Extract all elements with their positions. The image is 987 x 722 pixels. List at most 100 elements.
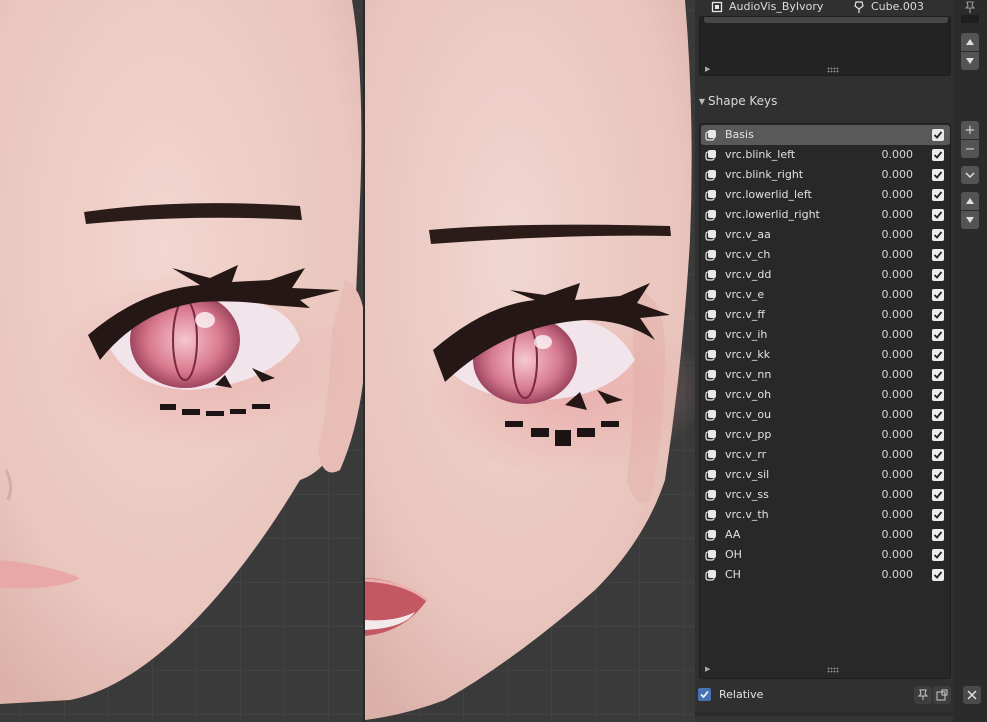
shape-key-row[interactable]: vrc.v_ih 0.000 [701, 325, 950, 345]
pin-icon[interactable] [963, 0, 977, 14]
shape-key-mute-checkbox[interactable] [932, 389, 944, 401]
shape-key-edit-mode-button[interactable] [933, 686, 951, 704]
shape-key-value[interactable] [881, 125, 913, 145]
shape-key-mute-checkbox[interactable] [932, 449, 944, 461]
shape-key-name[interactable]: vrc.v_nn [725, 365, 771, 385]
shape-key-value[interactable]: 0.000 [881, 365, 914, 385]
shape-key-row[interactable]: vrc.lowerlid_left 0.000 [701, 185, 950, 205]
move-up-button[interactable] [961, 33, 979, 51]
shape-key-name[interactable]: vrc.v_dd [725, 265, 771, 285]
shape-key-row[interactable]: vrc.v_rr 0.000 [701, 445, 950, 465]
shape-key-value[interactable]: 0.000 [881, 205, 914, 225]
shape-key-move-down-button[interactable] [961, 211, 979, 229]
relative-checkbox[interactable] [698, 688, 711, 701]
shape-key-value[interactable]: 0.000 [881, 345, 914, 365]
shape-key-mute-checkbox[interactable] [932, 429, 944, 441]
shape-key-name[interactable]: vrc.v_sil [725, 465, 769, 485]
shape-key-name[interactable]: OH [725, 545, 742, 565]
shape-key-mute-checkbox[interactable] [932, 369, 944, 381]
add-shape-key-button[interactable]: + [961, 121, 979, 139]
shape-key-name[interactable]: vrc.v_th [725, 505, 769, 525]
shape-keys-list[interactable]: Basis vrc.blink_left 0.000 vrc.blink_right 0… [699, 123, 951, 679]
shape-key-mute-checkbox[interactable] [932, 309, 944, 321]
list-expand-arrow-icon[interactable]: ▶ [705, 65, 710, 73]
shape-key-row[interactable]: vrc.v_aa 0.000 [701, 225, 950, 245]
shape-keys-header[interactable]: ▼ Shape Keys [695, 89, 953, 113]
shape-key-name[interactable]: CH [725, 565, 741, 585]
shape-key-value[interactable]: 0.000 [881, 485, 914, 505]
shape-key-row[interactable]: vrc.v_ff 0.000 [701, 305, 950, 325]
shape-key-value[interactable]: 0.000 [881, 225, 914, 245]
shape-key-name[interactable]: vrc.v_ch [725, 245, 770, 265]
shape-key-mute-checkbox[interactable] [932, 249, 944, 261]
shape-key-name[interactable]: vrc.v_ih [725, 325, 767, 345]
shape-key-name[interactable]: vrc.lowerlid_left [725, 185, 812, 205]
shape-key-mute-checkbox[interactable] [932, 509, 944, 521]
shape-key-name[interactable]: vrc.v_ff [725, 305, 765, 325]
shape-key-row[interactable]: vrc.v_ou 0.000 [701, 405, 950, 425]
vertex-group-selected-row[interactable] [704, 17, 948, 23]
shape-key-mute-checkbox[interactable] [932, 329, 944, 341]
shape-key-lock-button[interactable] [914, 686, 932, 704]
shape-key-row[interactable]: vrc.v_ss 0.000 [701, 485, 950, 505]
shape-key-value[interactable]: 0.000 [881, 445, 914, 465]
shape-key-value[interactable]: 0.000 [881, 185, 914, 205]
shape-key-row[interactable]: vrc.v_th 0.000 [701, 505, 950, 525]
vertex-groups-list[interactable] [699, 16, 951, 76]
shape-key-value[interactable]: 0.000 [881, 285, 914, 305]
shape-key-name[interactable]: AA [725, 525, 740, 545]
shape-key-mute-checkbox[interactable] [932, 289, 944, 301]
shape-key-value[interactable]: 0.000 [881, 425, 914, 445]
armature-breadcrumb[interactable]: AudioVis_ByIvory [711, 0, 823, 13]
shape-list-expand-arrow-icon[interactable]: ▶ [705, 665, 710, 673]
shape-key-value[interactable]: 0.000 [881, 245, 914, 265]
shape-key-value[interactable]: 0.000 [881, 305, 914, 325]
shape-key-value[interactable]: 0.000 [881, 405, 914, 425]
shape-key-name[interactable]: vrc.blink_right [725, 165, 803, 185]
shape-key-mute-checkbox[interactable] [932, 349, 944, 361]
shape-key-mute-checkbox[interactable] [932, 489, 944, 501]
shape-key-row[interactable]: vrc.v_kk 0.000 [701, 345, 950, 365]
shape-key-value[interactable]: 0.000 [881, 165, 914, 185]
shape-key-mute-checkbox[interactable] [932, 549, 944, 561]
shape-key-mute-checkbox[interactable] [932, 149, 944, 161]
shape-key-value[interactable]: 0.000 [881, 565, 914, 585]
shape-key-name[interactable]: vrc.v_pp [725, 425, 771, 445]
shape-key-value[interactable]: 0.000 [881, 505, 914, 525]
shape-key-mute-checkbox[interactable] [932, 529, 944, 541]
shape-key-row[interactable]: vrc.v_nn 0.000 [701, 365, 950, 385]
shape-key-value[interactable]: 0.000 [881, 385, 914, 405]
shape-key-value[interactable]: 0.000 [881, 525, 914, 545]
shape-key-row[interactable]: Basis [701, 125, 950, 145]
shape-key-mute-checkbox[interactable] [932, 209, 944, 221]
list-resize-grip-icon[interactable] [827, 67, 839, 73]
viewport-right[interactable] [365, 0, 695, 722]
shape-key-mute-checkbox[interactable] [932, 569, 944, 581]
shape-key-value[interactable]: 0.000 [881, 265, 914, 285]
shape-key-specials-menu[interactable] [961, 166, 979, 184]
shape-key-row[interactable]: vrc.v_pp 0.000 [701, 425, 950, 445]
shape-key-name[interactable]: vrc.blink_left [725, 145, 795, 165]
shape-key-mute-checkbox[interactable] [932, 169, 944, 181]
move-down-button[interactable] [961, 52, 979, 70]
shape-key-name[interactable]: vrc.v_oh [725, 385, 771, 405]
shape-key-move-up-button[interactable] [961, 192, 979, 210]
shape-key-mute-checkbox[interactable] [932, 269, 944, 281]
shape-key-name[interactable]: vrc.lowerlid_right [725, 205, 820, 225]
shape-key-name[interactable]: Basis [725, 125, 754, 145]
shape-key-name[interactable]: vrc.v_e [725, 285, 764, 305]
remove-shape-key-button[interactable]: − [961, 140, 979, 158]
shape-key-row[interactable]: CH 0.000 [701, 565, 950, 585]
shape-key-name[interactable]: vrc.v_kk [725, 345, 770, 365]
shape-key-row[interactable]: vrc.v_dd 0.000 [701, 265, 950, 285]
shape-key-name[interactable]: vrc.v_aa [725, 225, 771, 245]
shape-key-mute-checkbox[interactable] [932, 229, 944, 241]
shape-key-name[interactable]: vrc.v_ou [725, 405, 771, 425]
shape-key-row[interactable]: vrc.blink_right 0.000 [701, 165, 950, 185]
shape-key-name[interactable]: vrc.v_rr [725, 445, 766, 465]
shape-list-resize-grip-icon[interactable] [827, 667, 839, 673]
shape-key-value[interactable]: 0.000 [881, 545, 914, 565]
clear-shape-key-button[interactable] [963, 686, 981, 704]
shape-key-mute-checkbox[interactable] [932, 129, 944, 141]
viewport-left[interactable] [0, 0, 363, 722]
